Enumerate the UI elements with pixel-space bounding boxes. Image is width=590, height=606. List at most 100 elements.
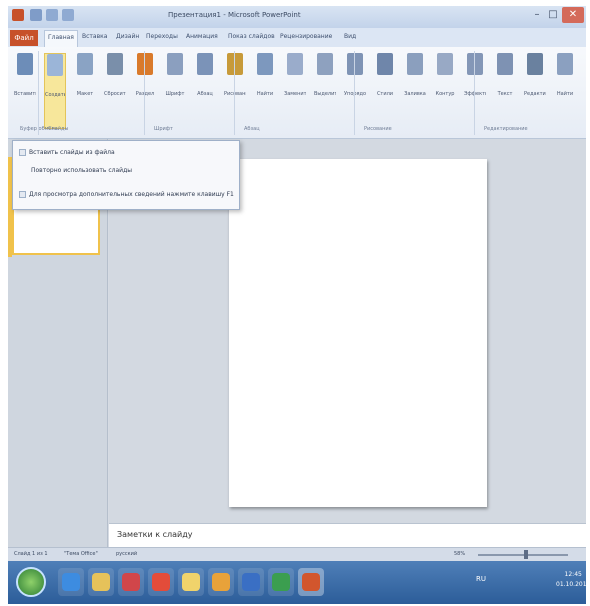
start-button[interactable] bbox=[16, 567, 46, 597]
ribbon-button-label: Сбросить bbox=[104, 91, 126, 97]
tab-insert[interactable]: Вставка bbox=[82, 33, 107, 40]
tab-home[interactable]: Главная bbox=[44, 30, 78, 47]
internet-explorer-icon bbox=[62, 573, 80, 591]
shapes-icon bbox=[227, 53, 243, 75]
paragraph-icon bbox=[197, 53, 213, 75]
excel-icon bbox=[272, 573, 290, 591]
clock-time: 12:45 bbox=[564, 571, 582, 578]
language-indicator[interactable]: русский bbox=[116, 551, 137, 557]
taskbar-yandex[interactable] bbox=[148, 568, 174, 596]
ribbon-button-layout[interactable]: Макет bbox=[74, 53, 96, 97]
media-player-icon bbox=[122, 573, 140, 591]
ribbon-button-label: Раздел bbox=[135, 91, 155, 97]
taskbar-ie[interactable] bbox=[58, 568, 84, 596]
status-bar: Слайд 1 из 1 "Тема Office" русский 58% bbox=[8, 547, 586, 561]
ribbon-button-shapes[interactable]: Рисование bbox=[224, 53, 246, 97]
app-logo-icon bbox=[12, 9, 24, 21]
fill-icon bbox=[407, 53, 423, 75]
text-icon bbox=[497, 53, 513, 75]
ribbon-button-effects[interactable]: Эффекты bbox=[464, 53, 486, 97]
tab-animations[interactable]: Анимация bbox=[186, 33, 218, 40]
taskbar-excel[interactable] bbox=[268, 568, 294, 596]
maximize-button[interactable]: □ bbox=[546, 7, 560, 23]
minimize-button[interactable]: – bbox=[528, 7, 546, 23]
menu-item-label: Повторно использовать слайды bbox=[31, 167, 132, 174]
clock[interactable]: 12:45 01.10.2013 bbox=[556, 570, 586, 590]
ribbon-button-replace[interactable]: Заменить bbox=[284, 53, 306, 97]
ribbon-button-outline[interactable]: Контур bbox=[434, 53, 456, 97]
ribbon-button-label: Шрифт bbox=[165, 91, 185, 97]
ribbon-button-fill[interactable]: Заливка bbox=[404, 53, 426, 97]
notes-placeholder: Заметки к слайду bbox=[117, 530, 193, 539]
menu-item-reuse-slides[interactable]: Повторно использовать слайды bbox=[31, 167, 132, 174]
files-icon bbox=[182, 573, 200, 591]
taskbar-word[interactable] bbox=[238, 568, 264, 596]
ribbon-button-paste[interactable]: Вставить bbox=[14, 53, 36, 97]
yandex-browser-icon bbox=[152, 573, 170, 591]
insert-file-icon bbox=[19, 149, 26, 156]
ribbon-group-label: Рисование bbox=[364, 126, 392, 132]
save-icon[interactable] bbox=[30, 9, 42, 21]
ribbon-button-label: Заменить bbox=[284, 91, 306, 97]
tab-slideshow[interactable]: Показ слайдов bbox=[228, 33, 275, 40]
menu-item-label: Для просмотра дополнительных сведений на… bbox=[29, 191, 234, 198]
tab-view[interactable]: Вид bbox=[344, 33, 356, 40]
new-slide-dropdown-menu: Вставить слайды из файла Повторно исполь… bbox=[12, 140, 240, 210]
new-slide-icon bbox=[47, 54, 63, 76]
ribbon-button-section[interactable]: Раздел bbox=[134, 53, 156, 97]
ribbon-group-separator bbox=[354, 51, 355, 135]
tab-transitions[interactable]: Переходы bbox=[146, 33, 178, 40]
paste-icon bbox=[17, 53, 33, 75]
ribbon-group-separator bbox=[144, 51, 145, 135]
ribbon: Вставить Создать слайд Макет Сбросить Раздел… bbox=[8, 47, 586, 139]
taskbar-app[interactable] bbox=[208, 568, 234, 596]
ribbon-button-reset[interactable]: Сбросить bbox=[104, 53, 126, 97]
replace-icon bbox=[287, 53, 303, 75]
ribbon-button-paragraph[interactable]: Абзац bbox=[194, 53, 216, 97]
taskbar-powerpoint[interactable] bbox=[298, 568, 324, 596]
tab-file[interactable]: Файл bbox=[10, 30, 38, 46]
font-icon bbox=[167, 53, 183, 75]
undo-icon[interactable] bbox=[46, 9, 58, 21]
language-tray[interactable]: RU bbox=[476, 575, 486, 583]
ribbon-group-separator bbox=[474, 51, 475, 135]
slide-canvas[interactable] bbox=[229, 159, 487, 507]
ribbon-button-label: Эффекты bbox=[464, 91, 486, 97]
slide-counter: Слайд 1 из 1 bbox=[14, 551, 48, 557]
redo-icon[interactable] bbox=[62, 9, 74, 21]
tab-design[interactable]: Дизайн bbox=[116, 33, 139, 40]
ribbon-group-label: Редактирование bbox=[484, 126, 528, 132]
ribbon-button-select[interactable]: Выделить bbox=[314, 53, 336, 97]
ribbon-button-label: Вставить bbox=[14, 91, 36, 97]
zoom-level[interactable]: 58% bbox=[454, 551, 465, 557]
select-icon bbox=[317, 53, 333, 75]
theme-name: "Тема Office" bbox=[64, 551, 98, 557]
close-button[interactable]: ✕ bbox=[562, 7, 584, 23]
notes-pane[interactable]: Заметки к слайду bbox=[109, 523, 586, 547]
ribbon-button-text[interactable]: Текст bbox=[494, 53, 516, 97]
ribbon-button-arrange[interactable]: Упорядочить bbox=[344, 53, 366, 97]
title-bar: Презентация1 - Microsoft PowerPoint – □ … bbox=[8, 6, 586, 28]
ribbon-button-label: Создать слайд bbox=[45, 92, 65, 98]
outline-icon bbox=[437, 53, 453, 75]
menu-item-label: Вставить слайды из файла bbox=[29, 149, 115, 156]
taskbar-explorer[interactable] bbox=[88, 568, 114, 596]
reset-icon bbox=[107, 53, 123, 75]
menu-item-insert-from-file[interactable]: Вставить слайды из файла bbox=[19, 149, 115, 156]
ribbon-button-styles[interactable]: Стили bbox=[374, 53, 396, 97]
taskbar-files[interactable] bbox=[178, 568, 204, 596]
ribbon-button-label: Макет bbox=[76, 91, 94, 97]
zoom-slider[interactable] bbox=[478, 554, 568, 556]
taskbar-media[interactable] bbox=[118, 568, 144, 596]
ribbon-button-edit[interactable]: Редактирование bbox=[524, 53, 546, 97]
ribbon-button-find2[interactable]: Найти bbox=[554, 53, 576, 97]
ribbon-button-find[interactable]: Найти bbox=[254, 53, 276, 97]
ribbon-button-label: Найти bbox=[256, 91, 274, 97]
zoom-slider-handle[interactable] bbox=[524, 550, 528, 559]
ribbon-button-new-slide[interactable]: Создать слайд bbox=[44, 53, 66, 129]
tab-review[interactable]: Рецензирование bbox=[280, 33, 332, 40]
ribbon-group-separator bbox=[234, 51, 235, 135]
ribbon-button-label: Выделить bbox=[314, 91, 336, 97]
find2-icon bbox=[557, 53, 573, 75]
ribbon-button-font[interactable]: Шрифт bbox=[164, 53, 186, 97]
